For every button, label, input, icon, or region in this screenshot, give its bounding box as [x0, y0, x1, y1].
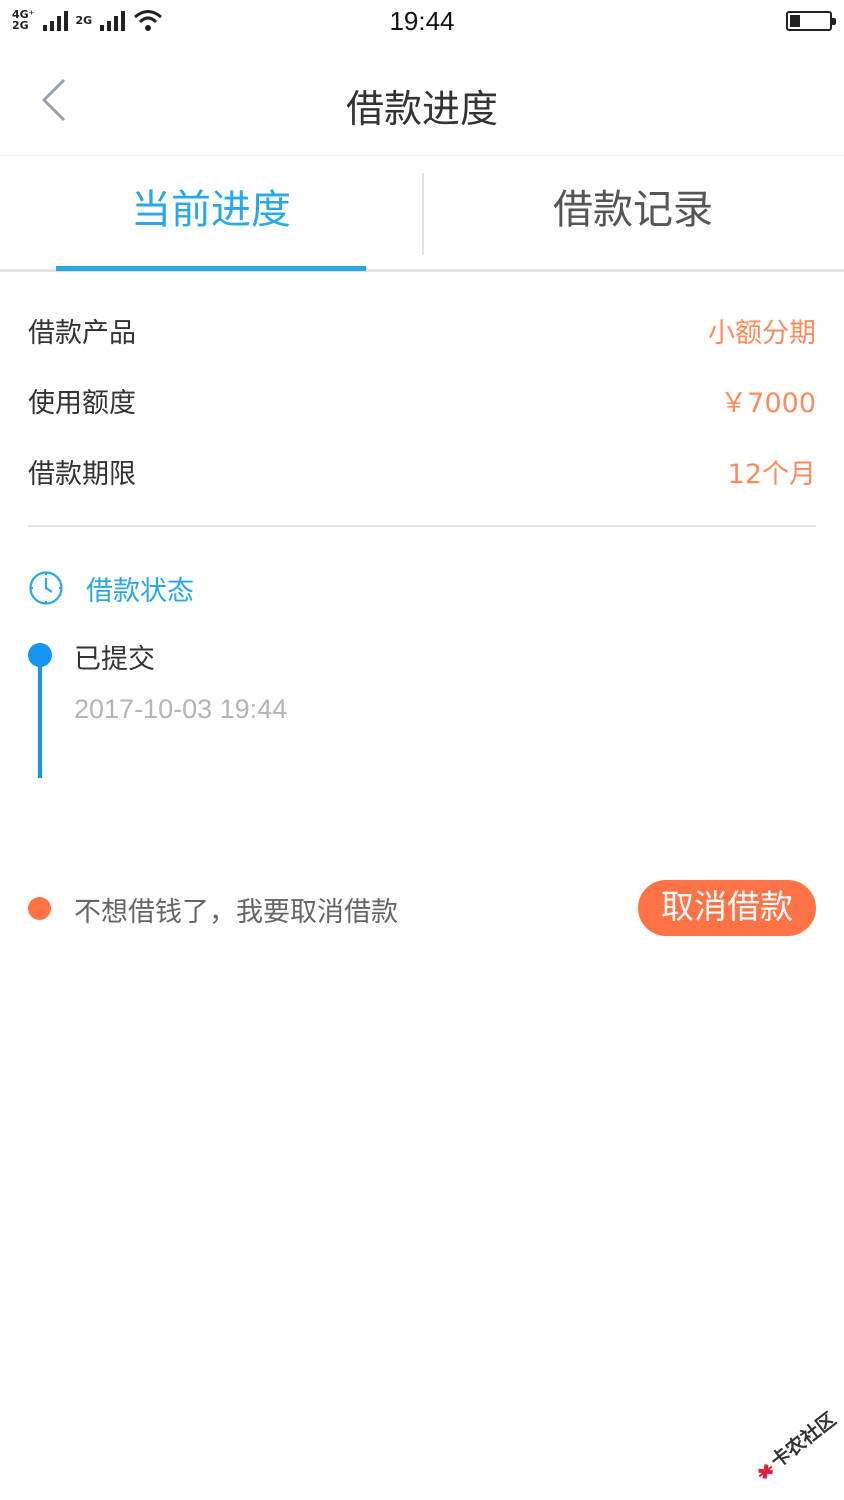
timeline-line [38, 660, 42, 778]
battery-icon [786, 11, 836, 31]
svg-text:卡农社区: 卡农社区 [766, 1408, 840, 1473]
info-label: 借款产品 [28, 318, 136, 349]
info-label: 使用额度 [28, 388, 136, 419]
cancel-loan-button[interactable]: 取消借款 [638, 880, 816, 936]
clock-icon [29, 571, 63, 605]
timeline-step-time: 2017-10-03 19:44 [74, 694, 288, 724]
cancel-bullet [28, 897, 51, 920]
info-label: 借款期限 [28, 459, 136, 490]
loan-status-header: 借款状态 [28, 568, 194, 608]
nav-bar: 借款进度 [0, 48, 844, 156]
info-row-product: 借款产品 小额分期 [28, 305, 816, 355]
info-value: 12个月 [727, 459, 816, 490]
section-divider [28, 525, 816, 527]
cancel-prompt: 不想借钱了，我要取消借款 [74, 897, 398, 928]
loan-status-title: 借款状态 [86, 575, 194, 607]
tab-bar: 当前进度 借款记录 [0, 157, 844, 272]
info-row-amount: 使用额度 ￥7000 [28, 375, 816, 425]
info-value: 小额分期 [708, 318, 816, 349]
active-tab-indicator [56, 266, 366, 271]
timeline-dot [28, 643, 52, 667]
status-bar: 4G⁺ 2G 2G 19:44 [0, 0, 844, 48]
watermark-logo: 卡农社区 [758, 1408, 840, 1479]
tab-loan-records[interactable]: 借款记录 [422, 157, 844, 269]
page-title: 借款进度 [345, 87, 498, 131]
timeline-step-status: 已提交 [74, 644, 155, 675]
info-value: ￥7000 [720, 388, 816, 419]
info-row-term: 借款期限 12个月 [28, 446, 816, 496]
tab-current-progress[interactable]: 当前进度 [0, 157, 422, 269]
clock-time: 19:44 [389, 6, 455, 36]
